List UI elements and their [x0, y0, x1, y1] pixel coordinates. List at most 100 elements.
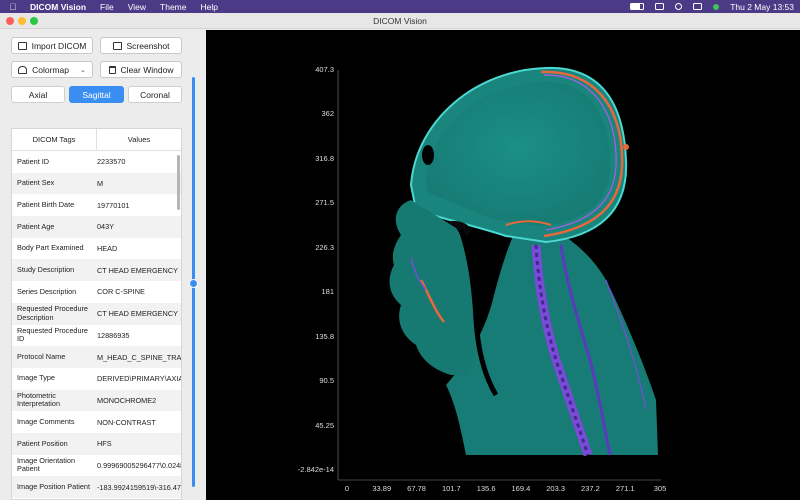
tag-value-cell: MONOCHROME2 — [97, 395, 157, 405]
table-row[interactable]: Image Position Patient -183.9924159519\-3… — [12, 476, 181, 498]
table-row[interactable]: Image Type DERIVED\PRIMARY\AXIAL — [12, 368, 181, 390]
screen-mirroring-icon[interactable] — [655, 3, 665, 10]
apple-icon[interactable]:  — [6, 2, 20, 12]
tab-sagittal[interactable]: Sagittal — [69, 86, 124, 103]
x-tick-label: 67.78 — [407, 484, 426, 493]
table-row[interactable]: Study Description CT HEAD EMERGENCY — [12, 259, 181, 282]
trash-icon — [108, 65, 116, 74]
table-row[interactable]: Series Description COR C-SPINE — [12, 281, 181, 303]
tag-name-cell: Image Comments — [17, 416, 75, 426]
dicom-tags-table[interactable]: DICOM Tags Values Patient ID 2233570 Patie… — [11, 128, 182, 500]
table-row[interactable]: Requested Procedure Description CT HEAD E… — [12, 302, 181, 325]
tag-name-cell: Image Position Patient — [17, 481, 91, 491]
table-row[interactable]: Image Comments NON-CONTRAST — [12, 411, 181, 433]
screenshot-button[interactable]: Screenshot — [100, 37, 182, 54]
y-tick-label: -2.842e-14 — [297, 465, 334, 474]
tag-name-cell: Body Part Examined — [17, 243, 84, 253]
y-tick-label: 181 — [321, 287, 334, 297]
paint-brush-icon — [18, 65, 28, 74]
table-row[interactable]: Protocol Name M_HEAD_C_SPINE_TRAU — [12, 346, 181, 368]
tag-name-cell: Image Type — [17, 373, 55, 383]
y-tick-label: 271.5 — [315, 198, 334, 208]
menu-app-name[interactable]: DICOM Vision — [30, 2, 86, 12]
tag-value-cell: M_HEAD_C_SPINE_TRAU — [97, 352, 181, 362]
table-row[interactable]: Patient Sex M — [12, 172, 181, 195]
y-tick-label: 90.5 — [319, 376, 334, 386]
menu-clock[interactable]: Thu 2 May 13:53 — [730, 2, 794, 12]
tag-name-cell: Requested Procedure ID — [17, 325, 88, 344]
y-tick-label: 362 — [321, 109, 334, 119]
zoom-window-button[interactable] — [30, 17, 38, 25]
tag-name-cell: Protocol Name — [17, 351, 66, 361]
tag-value-cell: 2233570 — [97, 157, 126, 167]
screenshot-icon — [112, 41, 122, 50]
colormap-label: Colormap — [32, 64, 69, 75]
tag-name-cell: Image Orientation Patient — [17, 455, 76, 474]
image-viewer[interactable]: 407.3 362 316.8 271.5 226.3 181 135.8 90.5 45.25… — [206, 30, 800, 500]
clear-window-button[interactable]: Clear Window — [100, 61, 182, 78]
tag-name-cell: Photometric Interpretation — [17, 390, 60, 409]
y-tick-label: 316.8 — [315, 153, 334, 163]
clear-window-label: Clear Window — [120, 64, 174, 75]
table-body: Patient ID 2233570 Patient Sex M Patient Bir… — [12, 151, 181, 498]
table-row[interactable]: Image Orientation Patient 0.9996900529647… — [12, 455, 181, 477]
x-tick-label: 169.4 — [511, 484, 531, 493]
splitter-handle[interactable] — [189, 279, 198, 288]
x-tick-label: 0 — [344, 484, 350, 493]
tag-name-cell: Patient Age — [17, 221, 55, 231]
y-tick-label: 226.3 — [315, 242, 334, 252]
import-icon — [17, 41, 27, 50]
table-scrollbar[interactable] — [177, 155, 180, 210]
tag-value-cell: M — [97, 179, 104, 189]
control-center-icon[interactable] — [693, 3, 703, 10]
tab-axial[interactable]: Axial — [11, 86, 65, 103]
tag-value-cell: HEAD — [97, 244, 118, 254]
x-tick-label: 135.6 — [476, 484, 496, 493]
menu-view[interactable]: View — [128, 2, 146, 12]
tag-value-cell: CT HEAD EMERGENCY — [97, 309, 178, 319]
table-row[interactable]: Requested Procedure ID 12886935 — [12, 325, 181, 347]
tag-value-cell: 19770101 — [97, 200, 130, 210]
search-icon[interactable] — [675, 3, 683, 10]
tag-name-cell: Study Description — [17, 265, 75, 275]
minimize-window-button[interactable] — [18, 17, 26, 25]
left-panel: Import DICOM Screenshot Colormap ⌄ Clear… — [0, 30, 205, 500]
tag-value-cell: CT HEAD EMERGENCY — [97, 265, 178, 275]
menu-status-area: Thu 2 May 13:53 — [630, 2, 794, 12]
table-row[interactable]: Body Part Examined HEAD — [12, 238, 181, 260]
tag-name-cell: Patient Birth Date — [17, 199, 75, 209]
x-tick-label: 271.1 — [615, 484, 635, 493]
occipital-bone — [623, 144, 629, 150]
table-row[interactable]: Patient ID 2233570 — [12, 151, 181, 173]
tag-value-cell: NON-CONTRAST — [97, 417, 156, 427]
y-tick-label: 135.8 — [315, 331, 334, 341]
table-row[interactable]: Patient Age 043Y — [12, 216, 181, 238]
tag-value-cell: 043Y — [97, 222, 115, 232]
column-header-tags[interactable]: DICOM Tags — [12, 129, 97, 150]
x-tick-label: 101.7 — [441, 484, 461, 493]
menu-theme[interactable]: Theme — [160, 2, 186, 12]
table-row[interactable]: Patient Position HFS — [12, 432, 181, 455]
menu-help[interactable]: Help — [201, 2, 218, 12]
battery-icon[interactable] — [630, 3, 645, 10]
x-tick-label: 305 — [653, 484, 667, 493]
x-tick-label: 203.3 — [546, 484, 566, 493]
table-row[interactable]: Photometric Interpretation MONOCHROME2 — [12, 389, 181, 412]
x-tick-label: 237.2 — [581, 484, 600, 493]
menu-file[interactable]: File — [100, 2, 114, 12]
tag-value-cell: HFS — [97, 439, 112, 449]
column-header-values[interactable]: Values — [97, 129, 181, 150]
table-header: DICOM Tags Values — [12, 129, 181, 151]
tab-coronal[interactable]: Coronal — [128, 86, 182, 103]
import-dicom-button[interactable]: Import DICOM — [11, 37, 93, 54]
frontal-sinus — [422, 145, 434, 165]
tag-value-cell: 12886935 — [97, 330, 130, 340]
screenshot-label: Screenshot — [126, 40, 170, 51]
close-window-button[interactable] — [6, 17, 14, 25]
x-tick-label: 33.89 — [372, 484, 392, 493]
tag-value-cell: -183.9924159519\-316.47 — [97, 482, 181, 492]
table-row[interactable]: Patient Birth Date 19770101 — [12, 194, 181, 216]
y-tick-label: 407.3 — [315, 65, 334, 74]
colormap-dropdown[interactable]: Colormap ⌄ — [11, 61, 93, 78]
menu-bar:  DICOM Vision File View Theme Help Thu … — [0, 0, 800, 13]
